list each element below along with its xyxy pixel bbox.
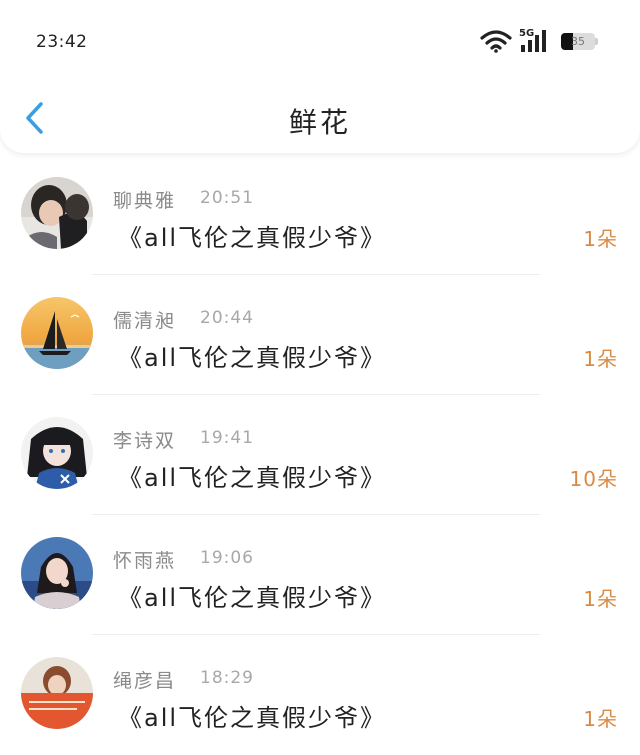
avatar-image: [21, 297, 93, 369]
flower-count: 1朵: [583, 227, 618, 251]
book-title: 《all飞伦之真假少爷》: [118, 704, 387, 732]
list-item[interactable]: 聊典雅 20:51 《all飞伦之真假少爷》 1朵: [0, 155, 640, 275]
avatar-image: [21, 537, 93, 609]
book-title: 《all飞伦之真假少爷》: [118, 224, 387, 252]
sender-name: 李诗双: [113, 430, 177, 452]
page-title: 鲜花: [288, 106, 351, 139]
book-title: 《all飞伦之真假少爷》: [118, 344, 387, 372]
avatar: [21, 657, 93, 729]
gift-time: 19:06: [200, 548, 254, 568]
avatar-image: [21, 417, 93, 489]
header-bar: 23:42 5G 35 鲜花: [0, 0, 640, 153]
sender-name: 聊典雅: [113, 190, 177, 212]
flower-count: 1朵: [583, 347, 618, 371]
list-item[interactable]: 怀雨燕 19:06 《all飞伦之真假少爷》 1朵: [0, 515, 640, 635]
gift-time: 20:44: [200, 308, 254, 328]
battery-tip: [595, 38, 598, 45]
gift-time: 19:41: [200, 428, 254, 448]
gift-time: 20:51: [200, 188, 254, 208]
list-item[interactable]: 儒清昶 20:44 《all飞伦之真假少爷》 1朵: [0, 275, 640, 395]
avatar-image: [21, 177, 93, 249]
wifi-icon: [480, 30, 512, 53]
avatar: [21, 177, 93, 249]
battery-icon: 35: [561, 33, 595, 50]
flower-gift-list: 聊典雅 20:51 《all飞伦之真假少爷》 1朵 儒清昶 20:44 《all…: [0, 155, 640, 755]
flower-count: 10朵: [569, 467, 618, 491]
battery-level-text: 35: [571, 35, 585, 48]
list-item[interactable]: 绳彦昌 18:29 《all飞伦之真假少爷》 1朵: [0, 635, 640, 755]
sender-name: 儒清昶: [113, 310, 177, 332]
network-type-label: 5G: [519, 28, 535, 39]
status-time: 23:42: [36, 32, 88, 52]
flower-count: 1朵: [583, 587, 618, 611]
list-item[interactable]: 李诗双 19:41 《all飞伦之真假少爷》 10朵: [0, 395, 640, 515]
avatar: [21, 537, 93, 609]
sender-name: 绳彦昌: [113, 670, 177, 692]
avatar-image: [21, 657, 93, 729]
gift-time: 18:29: [200, 668, 254, 688]
avatar: [21, 417, 93, 489]
book-title: 《all飞伦之真假少爷》: [118, 584, 387, 612]
book-title: 《all飞伦之真假少爷》: [118, 464, 387, 492]
sender-name: 怀雨燕: [113, 550, 177, 572]
flower-count: 1朵: [583, 707, 618, 731]
avatar: [21, 297, 93, 369]
